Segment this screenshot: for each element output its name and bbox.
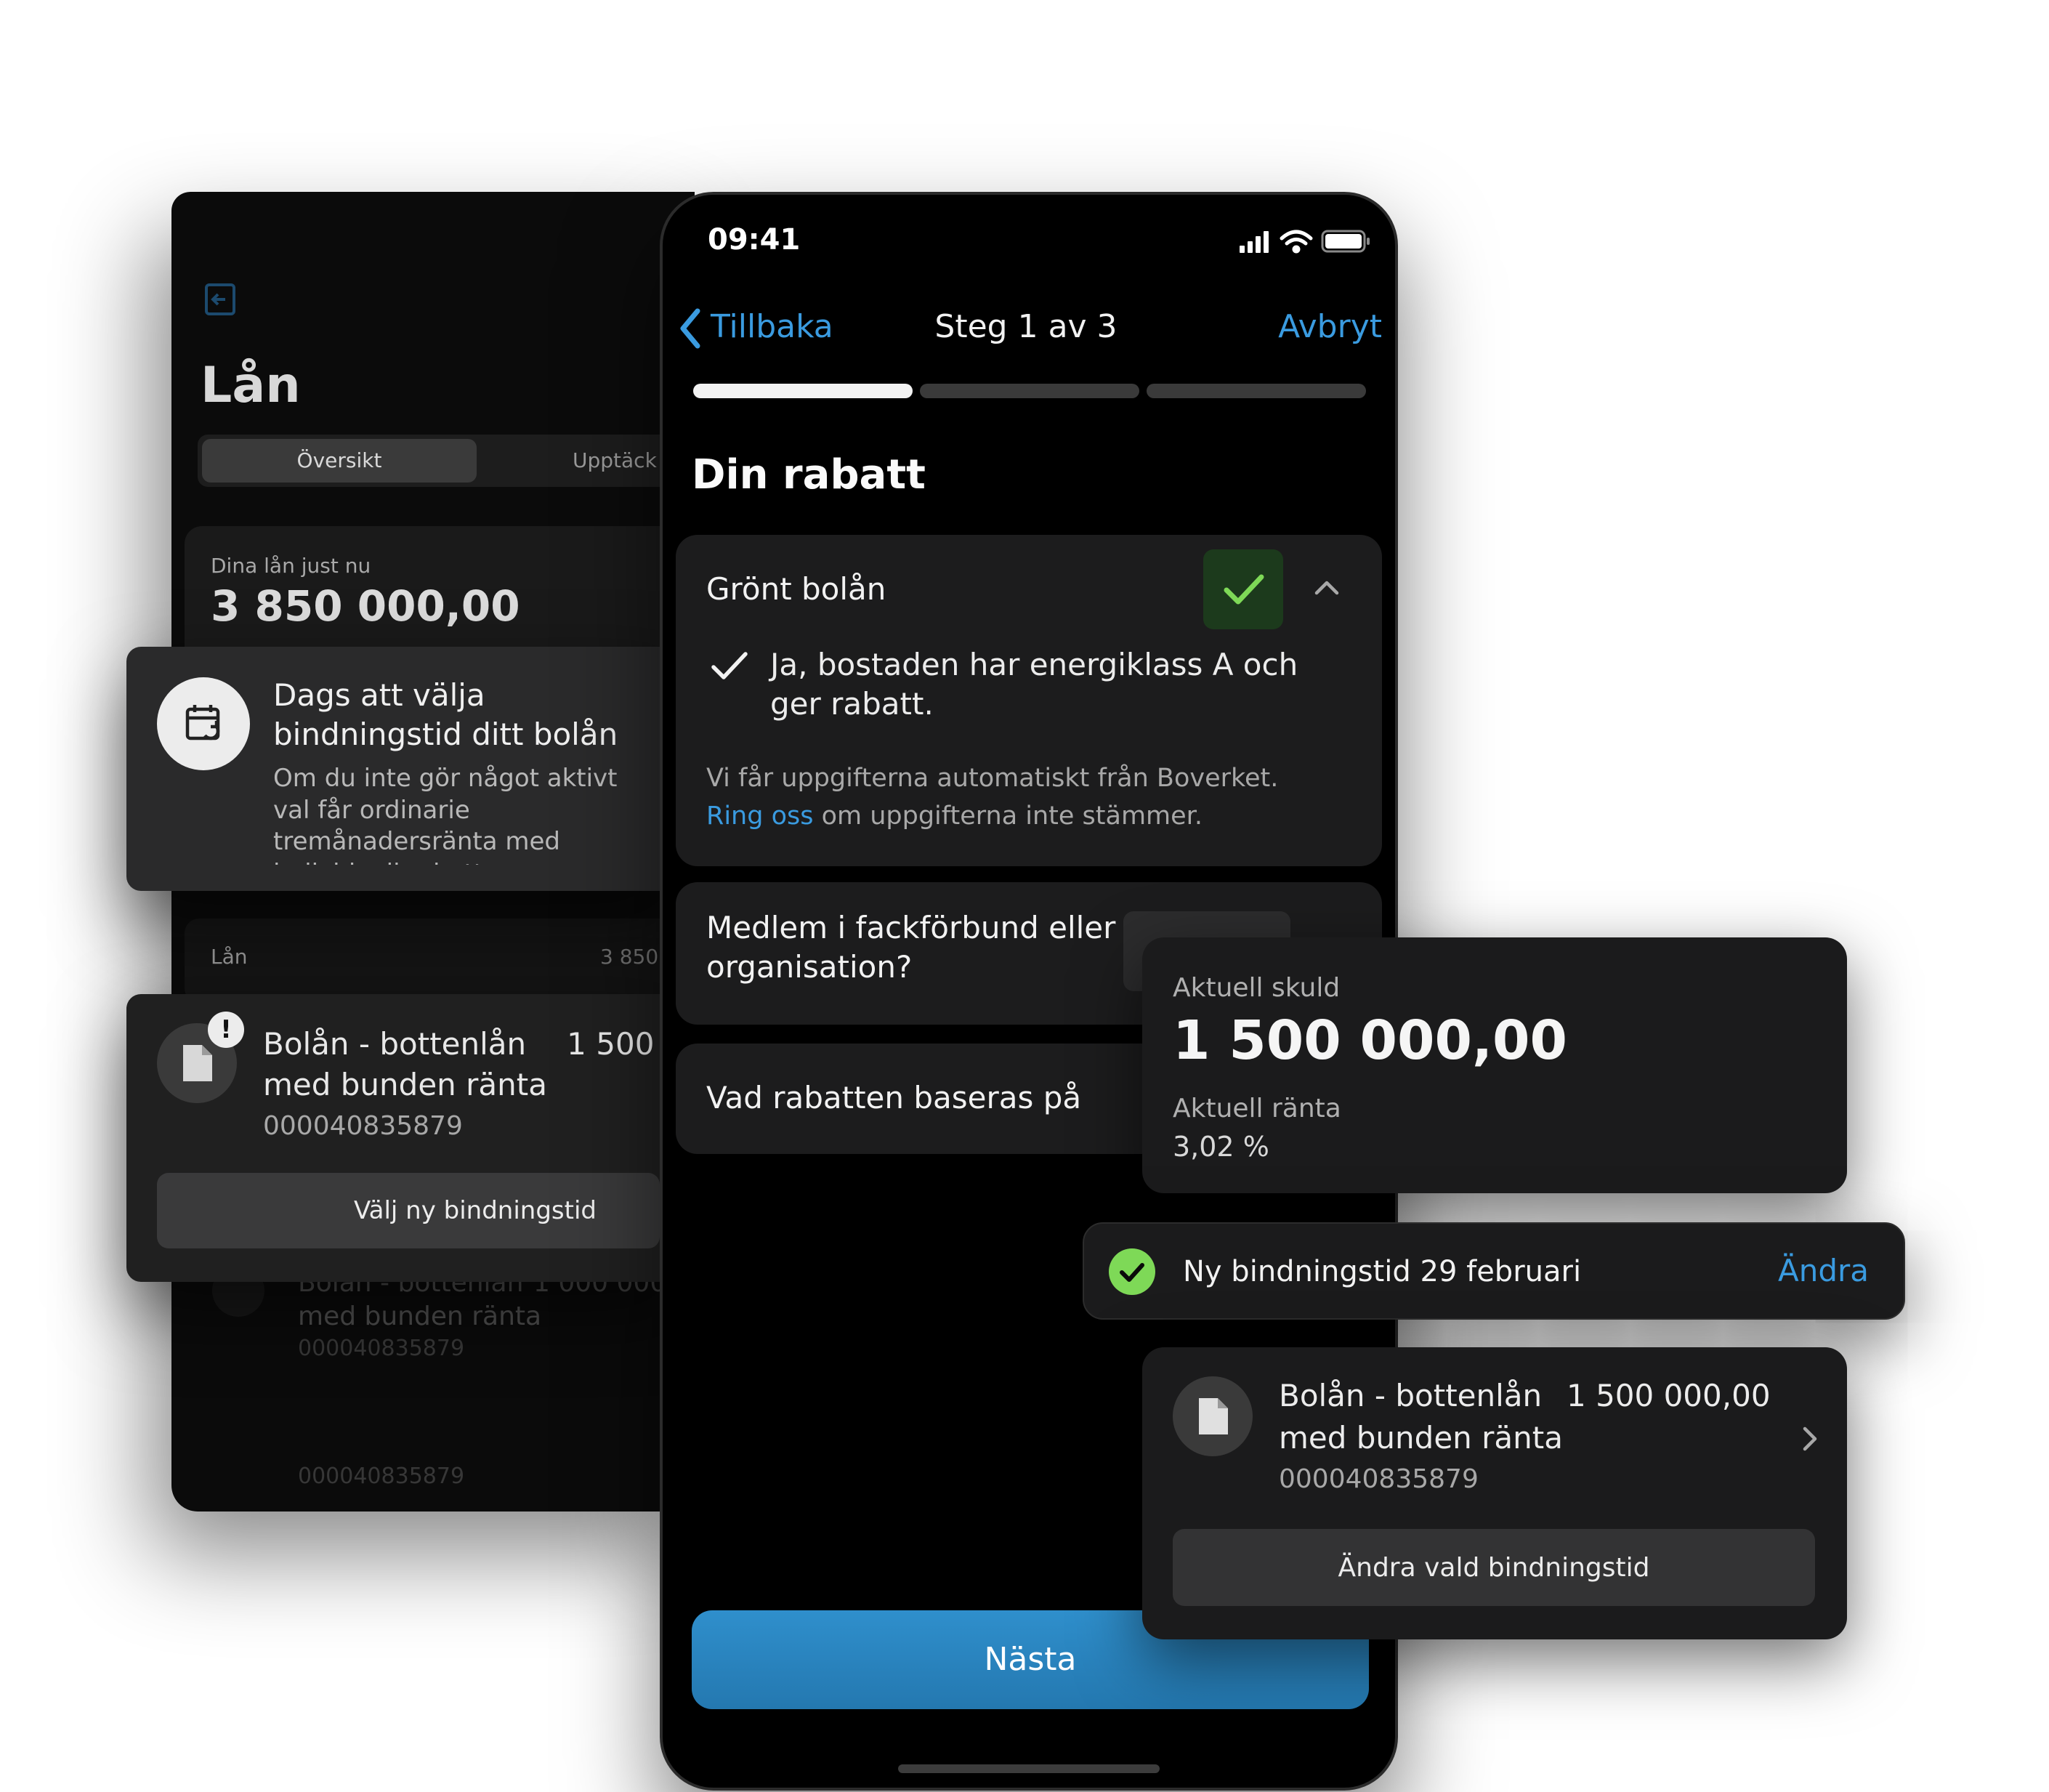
loans-section-total: 3 850 bbox=[600, 945, 659, 969]
reminder-body: Om du inte gör något aktivt val får ordi… bbox=[273, 764, 618, 865]
status-time: 09:41 bbox=[708, 223, 801, 257]
checkmark-icon bbox=[709, 645, 750, 686]
step-indicator: Steg 1 av 3 bbox=[934, 308, 1118, 345]
contact-suffix: om uppgifterna inte stämmer. bbox=[813, 802, 1203, 831]
call-us-link[interactable]: Ring oss bbox=[706, 802, 813, 831]
faded-loan-number: 000040835879 bbox=[298, 1464, 465, 1489]
loans-section-label: Lån bbox=[211, 945, 248, 969]
progress-segment-3 bbox=[1147, 384, 1366, 398]
green-loan-title: Grönt bolån bbox=[706, 571, 886, 607]
back-button[interactable]: Tillbaka bbox=[711, 308, 833, 347]
signal-icon bbox=[1240, 231, 1269, 253]
faded-loan-name-line2: med bunden ränta bbox=[298, 1301, 542, 1331]
document-icon bbox=[1173, 1376, 1253, 1456]
home-indicator bbox=[898, 1764, 1160, 1773]
change-binding-link[interactable]: Ändra bbox=[1758, 1253, 1869, 1289]
tab-discover[interactable]: Upptäck bbox=[573, 448, 657, 473]
tab-overview-label: Översikt bbox=[296, 448, 382, 472]
check-circle-icon bbox=[1109, 1248, 1155, 1295]
calendar-refresh-icon bbox=[157, 677, 250, 770]
selected-loan-amount: 1 500 000,00 bbox=[1567, 1378, 1771, 1413]
green-loan-contact: Ring oss om uppgifterna inte stämmer. bbox=[706, 801, 1203, 831]
selected-loan-number: 000040835879 bbox=[1279, 1464, 1479, 1494]
loan-name-line1: Bolån - bottenlån bbox=[263, 1026, 527, 1062]
logout-icon[interactable] bbox=[203, 282, 238, 317]
faded-loan-number: 000040835879 bbox=[298, 1336, 465, 1361]
union-membership-title: Medlem i fackförbund eller organisation? bbox=[706, 910, 1116, 985]
green-loan-checkbox[interactable] bbox=[1203, 549, 1283, 629]
current-debt-label: Aktuell skuld bbox=[1173, 973, 1341, 1003]
progress-segment-1 bbox=[693, 384, 913, 398]
current-debt-value: 1 500 000,00 bbox=[1173, 1009, 1568, 1072]
new-binding-text: Ny bindningstid 29 februari bbox=[1183, 1255, 1582, 1288]
loan-name-line2: med bunden ränta bbox=[263, 1067, 547, 1103]
cancel-button[interactable]: Avbryt bbox=[1229, 308, 1382, 347]
progress-segment-2 bbox=[920, 384, 1139, 398]
change-selected-binding-label: Ändra vald bindningstid bbox=[1338, 1553, 1650, 1583]
loans-now-total: 3 850 000,00 bbox=[211, 581, 520, 631]
selected-loan-name-line2: med bunden ränta bbox=[1279, 1420, 1563, 1456]
selected-loan-name: Bolån - bottenlån bbox=[1279, 1378, 1543, 1413]
current-rate-label: Aktuell ränta bbox=[1173, 1094, 1341, 1123]
loans-now-label: Dina lån just nu bbox=[211, 554, 371, 578]
page-title: Lån bbox=[201, 357, 301, 414]
page-title: Din rabatt bbox=[692, 451, 926, 499]
chevron-left-icon[interactable] bbox=[676, 305, 705, 352]
next-button-label: Nästa bbox=[984, 1641, 1077, 1678]
green-loan-confirmation: Ja, bostaden har energiklass A och ger r… bbox=[770, 647, 1298, 722]
discount-basis-title: Vad rabatten baseras på bbox=[706, 1080, 1082, 1115]
loan-name: Bolån - bottenlån 1 500 0 med bunden ränta bbox=[263, 1026, 683, 1104]
chevron-up-icon[interactable] bbox=[1311, 573, 1343, 602]
chevron-right-icon[interactable] bbox=[1799, 1423, 1821, 1455]
loan-number: 000040835879 bbox=[263, 1111, 463, 1141]
alert-icon: ! bbox=[208, 1012, 244, 1048]
current-rate-value: 3,02 % bbox=[1173, 1131, 1269, 1163]
reminder-title: Dags att välja bindningstid ditt bolån bbox=[273, 677, 618, 752]
battery-icon bbox=[1321, 230, 1370, 253]
status-icons bbox=[1240, 227, 1385, 256]
green-loan-info: Vi får uppgifterna automatiskt från Bove… bbox=[706, 764, 1279, 793]
wifi-icon bbox=[1280, 230, 1313, 254]
